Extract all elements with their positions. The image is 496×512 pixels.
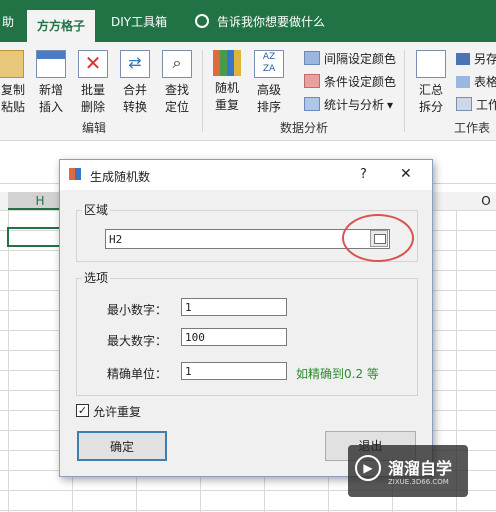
max-input[interactable]: 100 — [181, 328, 287, 346]
advanced-sort-label: 高级排序 — [256, 83, 281, 114]
copy-paste-label: 复制粘贴 — [0, 83, 25, 114]
precision-input[interactable]: 1 — [181, 362, 287, 380]
watermark-brand: 溜溜自学 — [388, 459, 453, 478]
options-legend: 选项 — [82, 269, 111, 286]
group-edit-label: 编辑 — [82, 121, 107, 135]
app-icon — [69, 168, 81, 180]
summary-split-label: 汇总拆分 — [418, 83, 443, 114]
advanced-sort-button[interactable]: AZ ZA 高级排序 — [250, 50, 288, 116]
save-as-label: 另存 — [474, 52, 496, 66]
tab-help[interactable]: 助 — [2, 13, 14, 30]
allow-repeat-checkbox[interactable]: ✓ — [76, 404, 89, 417]
dialog-title-bar: 生成随机数 ? ✕ — [60, 160, 432, 190]
copy-paste-button[interactable]: 复制粘贴 — [0, 50, 26, 116]
condition-color-icon — [304, 74, 320, 88]
min-label: 最小数字： — [107, 303, 168, 317]
summary-split-button[interactable]: 汇总拆分 — [412, 50, 450, 116]
tab-diy-toolbox[interactable]: DIY工具箱 — [111, 13, 167, 30]
tab-fangfang[interactable]: 方方格子 — [27, 10, 96, 42]
batch-delete-button[interactable]: ✕ 批量删除 — [74, 50, 112, 116]
group-worksheet-label: 工作表 — [454, 121, 491, 135]
column-header-o[interactable]: O — [476, 192, 496, 210]
ribbon-separator — [404, 50, 405, 132]
delete-icon: ✕ — [78, 50, 108, 78]
worksheet-button[interactable]: 工作 — [456, 96, 496, 113]
table-icon — [456, 76, 470, 88]
help-button[interactable]: ? — [360, 167, 367, 182]
statistics-icon — [304, 97, 320, 111]
find-locate-button[interactable]: ⌕ 查找定位 — [158, 50, 196, 116]
max-label: 最大数字： — [107, 334, 168, 348]
random-repeat-label: 随机重复 — [214, 81, 239, 112]
insert-label: 新增插入 — [38, 83, 63, 114]
batch-delete-label: 批量删除 — [80, 83, 105, 114]
insert-icon — [36, 50, 66, 78]
chevron-down-icon: ▾ — [387, 98, 394, 112]
merge-convert-label: 合并转换 — [122, 83, 147, 114]
allow-repeat-label: 允许重复 — [93, 405, 142, 419]
ribbon-separator — [202, 50, 203, 132]
ribbon: 复制粘贴 新增插入 ✕ 批量删除 ⇄ 合并转换 ⌕ 查找定位 随机重复 AZ ZA… — [0, 42, 496, 141]
convert-icon: ⇄ — [120, 50, 150, 78]
worksheet-icon — [456, 97, 472, 111]
statistics-button[interactable]: 统计与分析 ▾ — [304, 96, 393, 113]
statistics-label: 统计与分析 — [324, 98, 385, 112]
precision-hint: 如精确到0.2 等 — [296, 367, 379, 381]
magnifier-icon: ⌕ — [162, 50, 192, 78]
min-input[interactable]: 1 — [181, 298, 287, 316]
random-repeat-button[interactable]: 随机重复 — [208, 50, 246, 114]
interval-color-label: 间隔设定颜色 — [324, 52, 397, 66]
watermark-url: ZIXUE.3D66.COM — [388, 478, 449, 486]
close-button[interactable]: ✕ — [400, 166, 412, 182]
table-label: 表格 — [474, 75, 496, 89]
precision-label: 精确单位： — [107, 367, 168, 381]
merge-convert-button[interactable]: ⇄ 合并转换 — [116, 50, 154, 116]
range-legend: 区域 — [82, 201, 111, 218]
dialog-title: 生成随机数 — [90, 170, 151, 184]
random-number-dialog: 生成随机数 ? ✕ 区域 H2 选项 最小数字： 1 最大数字： 100 精确单… — [59, 159, 433, 477]
worksheet-label: 工作 — [476, 98, 496, 112]
ok-button[interactable]: 确定 — [77, 431, 167, 461]
sort-az-icon: AZ ZA — [254, 50, 284, 78]
conditional-color-button[interactable]: 条件设定颜色 — [304, 73, 396, 90]
save-icon — [456, 53, 470, 65]
save-as-button[interactable]: 另存 — [456, 50, 496, 67]
watermark: ▶ 溜溜自学 ZIXUE.3D66.COM — [348, 445, 468, 497]
search-icon — [195, 14, 209, 28]
find-locate-label: 查找定位 — [164, 83, 189, 114]
table-button[interactable]: 表格 — [456, 73, 496, 90]
summary-icon — [416, 50, 446, 78]
group-data-analysis-label: 数据分析 — [280, 121, 329, 135]
paste-icon — [0, 50, 24, 78]
grid-color-icon — [304, 51, 320, 65]
tell-me-search[interactable]: 告诉我你想要做什么 — [217, 13, 325, 30]
insert-button[interactable]: 新增插入 — [32, 50, 70, 116]
annotation-circle — [342, 214, 414, 262]
interval-color-button[interactable]: 间隔设定颜色 — [304, 50, 396, 67]
play-icon: ▶ — [355, 455, 381, 481]
conditional-color-label: 条件设定颜色 — [324, 75, 397, 89]
ribbon-tab-bar: 助 方方格子 DIY工具箱 告诉我你想要做什么 — [0, 0, 496, 42]
random-icon — [213, 50, 241, 76]
